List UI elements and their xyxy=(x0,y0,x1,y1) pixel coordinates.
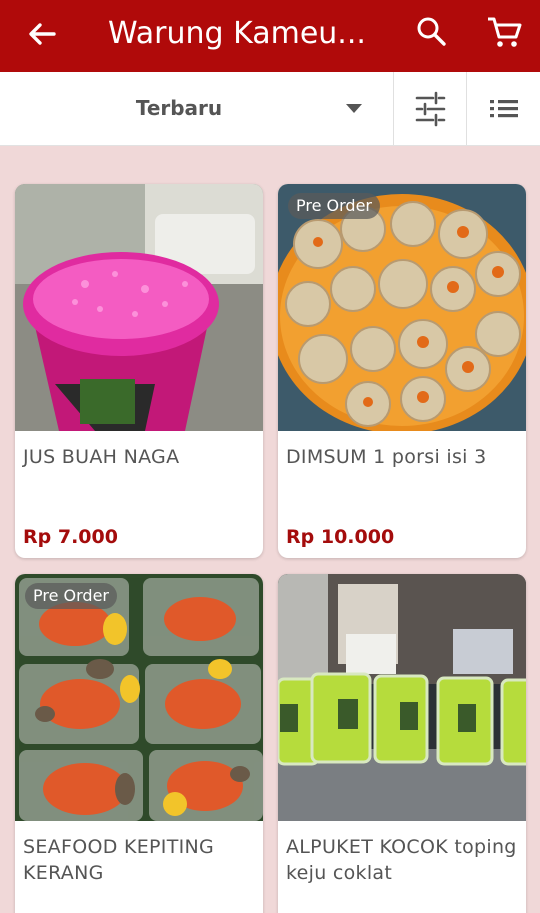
tune-icon xyxy=(415,91,446,127)
product-image xyxy=(278,184,526,431)
filter-button[interactable] xyxy=(394,72,466,145)
sort-filter-bar: Terbaru xyxy=(0,72,540,146)
app-bar: Warung Kameu... xyxy=(0,0,540,72)
preorder-badge: Pre Order xyxy=(288,193,380,219)
product-card[interactable]: Pre Order DIMSUM 1 porsi isi 3 Rp 10.000 xyxy=(278,184,526,558)
product-name: DIMSUM 1 porsi isi 3 xyxy=(286,446,487,468)
product-image xyxy=(278,574,526,821)
product-name: JUS BUAH NAGA xyxy=(23,446,180,468)
sort-dropdown[interactable]: Terbaru xyxy=(0,72,393,145)
sort-label: Terbaru xyxy=(135,96,223,120)
preorder-badge: Pre Order xyxy=(25,583,117,609)
product-price: Rp 7.000 xyxy=(23,526,118,548)
arrow-back-icon[interactable] xyxy=(22,14,62,54)
chevron-down-icon xyxy=(346,104,362,113)
product-card[interactable]: JUS BUAH NAGA Rp 7.000 xyxy=(15,184,263,558)
product-card[interactable]: Pre Order SEAFOOD KEPITING KERANG xyxy=(15,574,263,913)
cart-icon[interactable] xyxy=(484,14,524,50)
view-toggle-button[interactable] xyxy=(467,72,540,145)
product-card[interactable]: ALPUKET KOCOK toping keju coklat xyxy=(278,574,526,913)
product-name: ALPUKET KOCOK toping keju coklat xyxy=(286,836,517,884)
product-image xyxy=(15,184,263,431)
list-view-icon xyxy=(490,100,518,118)
product-price: Rp 10.000 xyxy=(286,526,395,548)
product-image xyxy=(15,574,263,821)
page-title: Warung Kameu... xyxy=(108,16,366,51)
product-name: SEAFOOD KEPITING KERANG xyxy=(23,836,215,884)
search-icon[interactable] xyxy=(414,14,450,50)
